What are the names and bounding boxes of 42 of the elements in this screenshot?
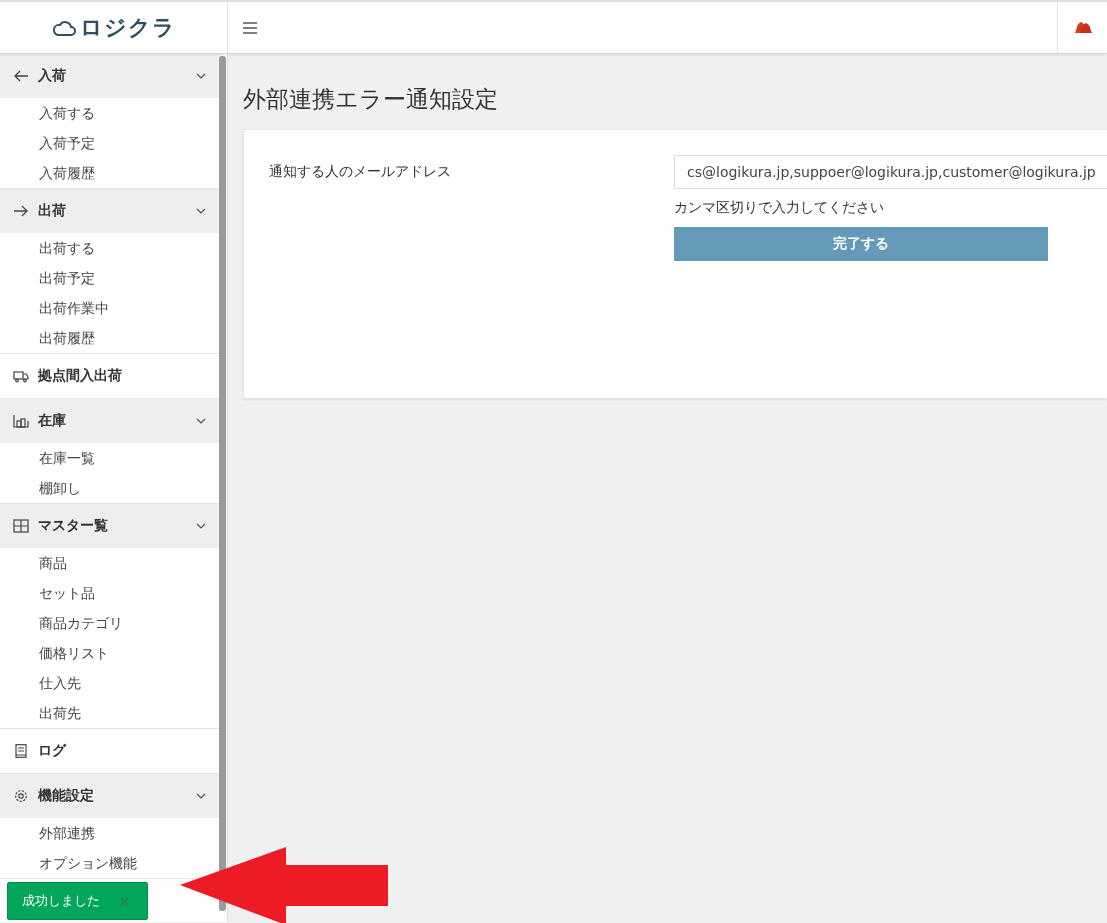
- sidebar-item[interactable]: 仕入先: [0, 668, 220, 698]
- sidebar-item[interactable]: セット品: [0, 578, 220, 608]
- sidebar-item[interactable]: 入荷する: [0, 98, 220, 128]
- sidebar-item[interactable]: 在庫一覧: [0, 443, 220, 473]
- sidebar-section[interactable]: 機能設定: [0, 774, 220, 818]
- email-field[interactable]: cs@logikura.jp,suppoer@logikura.jp,customer@logikura.jp: [674, 155, 1107, 189]
- sidebar-item[interactable]: 入荷予定: [0, 128, 220, 158]
- sidebar-item[interactable]: 出荷履歴: [0, 323, 220, 353]
- cloud-icon: [51, 18, 76, 37]
- sidebar-section[interactable]: 在庫: [0, 399, 220, 443]
- sidebar-item[interactable]: 出荷先: [0, 698, 220, 728]
- menu-icon[interactable]: [243, 21, 257, 34]
- chevron-icon: [196, 73, 206, 79]
- chevron-icon: [196, 418, 206, 424]
- sidebar-item[interactable]: 商品カテゴリ: [0, 608, 220, 638]
- sidebar-item[interactable]: 商品: [0, 548, 220, 578]
- gear-icon: [13, 789, 29, 803]
- help-text: カンマ区切りで入力してください: [674, 199, 885, 217]
- sidebar-section[interactable]: マスター覧: [0, 504, 220, 548]
- sidebar-item[interactable]: 価格リスト: [0, 638, 220, 668]
- sidebar-item[interactable]: 出荷作業中: [0, 293, 220, 323]
- sidebar-item[interactable]: 入荷履歴: [0, 158, 220, 188]
- sidebar-item[interactable]: 棚卸し: [0, 473, 220, 503]
- logo[interactable]: ロジクラ: [79, 12, 176, 43]
- sidebar-item[interactable]: 出荷予定: [0, 263, 220, 293]
- arrow-right-icon: [13, 204, 29, 218]
- chevron-icon: [196, 523, 206, 529]
- sidebar-item[interactable]: 出荷する: [0, 233, 220, 263]
- sidebar-item[interactable]: 外部連携: [0, 818, 220, 848]
- sidebar-item[interactable]: オプション機能: [0, 848, 220, 878]
- book-icon: [13, 744, 29, 758]
- grid-icon: [13, 519, 29, 533]
- chevron-icon: [196, 793, 206, 799]
- arrow-left-icon: [13, 69, 29, 83]
- truck-icon: [13, 369, 29, 383]
- chevron-icon: [196, 208, 206, 214]
- scrollbar-thumb[interactable]: [219, 56, 226, 911]
- page-title: 外部連携エラー通知設定: [243, 85, 499, 114]
- sidebar-section[interactable]: 出荷: [0, 189, 220, 233]
- field-label: 通知する人のメールアドレス: [269, 162, 452, 181]
- toast-message: 成功しました: [22, 892, 100, 910]
- sidebar-section[interactable]: 入荷: [0, 54, 220, 98]
